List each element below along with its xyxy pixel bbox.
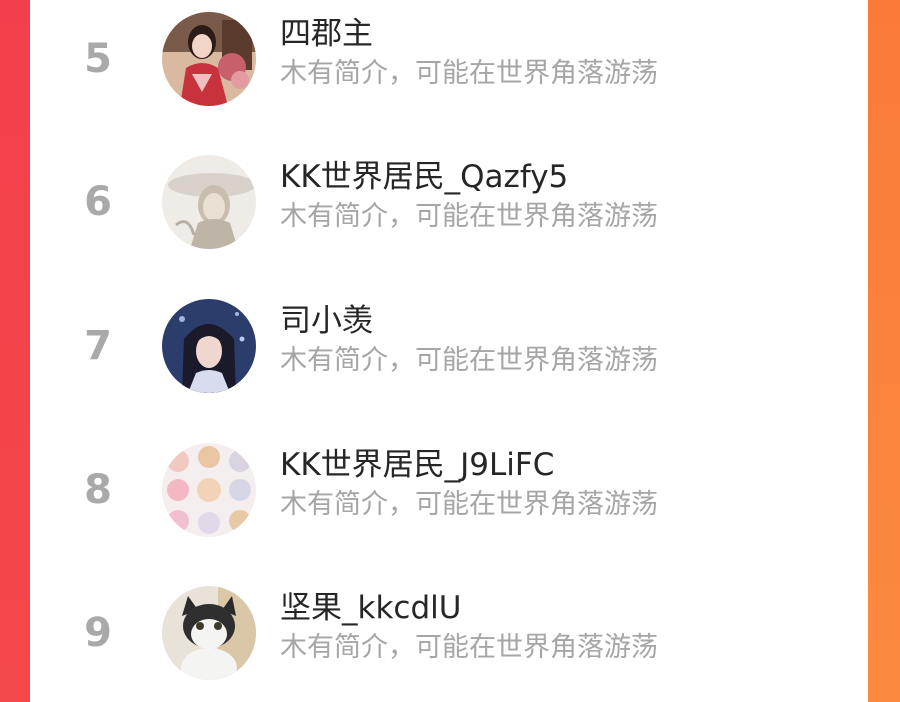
user-name[interactable]: 坚果_kkcdlU xyxy=(280,588,461,628)
ranking-list-panel: 5 四郡主 木有简介，可能在世界角落游荡 6 KK世界居民_Qazfy5 木有简… xyxy=(30,0,868,702)
avatar-chibi-grid-icon[interactable] xyxy=(162,443,256,537)
avatar-cat-icon[interactable] xyxy=(162,586,256,680)
left-gradient-border xyxy=(0,0,30,702)
avatar-girl-red-kimono-icon[interactable] xyxy=(162,12,256,106)
user-row-rank-5[interactable]: 5 四郡主 木有简介，可能在世界角落游荡 xyxy=(30,0,868,120)
user-name[interactable]: 四郡主 xyxy=(280,14,373,54)
user-bio: 木有简介，可能在世界角落游荡 xyxy=(280,201,658,232)
rank-number: 9 xyxy=(84,610,112,656)
user-bio: 木有简介，可能在世界角落游荡 xyxy=(280,632,658,663)
rank-number: 5 xyxy=(84,36,112,82)
rank-number: 6 xyxy=(84,179,112,225)
user-row-rank-6[interactable]: 6 KK世界居民_Qazfy5 木有简介，可能在世界角落游荡 xyxy=(30,143,868,263)
right-gradient-border xyxy=(868,0,900,702)
rank-number: 8 xyxy=(84,467,112,513)
user-bio: 木有简介，可能在世界角落游荡 xyxy=(280,345,658,376)
avatar-ink-drawing-icon[interactable] xyxy=(162,155,256,249)
user-row-rank-8[interactable]: 8 KK世界居民_J9LiFC 木有简介，可能在世界角落游荡 xyxy=(30,431,868,551)
user-row-rank-7[interactable]: 7 司小羡 木有简介，可能在世界角落游荡 xyxy=(30,287,868,407)
rank-number: 7 xyxy=(84,323,112,369)
user-bio: 木有简介，可能在世界角落游荡 xyxy=(280,489,658,520)
user-row-rank-9[interactable]: 9 坚果_kkcdlU 木有简介，可能在世界角落游荡 xyxy=(30,574,868,694)
avatar-anime-character-icon[interactable] xyxy=(162,299,256,393)
user-name[interactable]: KK世界居民_Qazfy5 xyxy=(280,157,568,197)
user-name[interactable]: 司小羡 xyxy=(280,301,373,341)
user-name[interactable]: KK世界居民_J9LiFC xyxy=(280,445,554,485)
user-bio: 木有简介，可能在世界角落游荡 xyxy=(280,58,658,89)
